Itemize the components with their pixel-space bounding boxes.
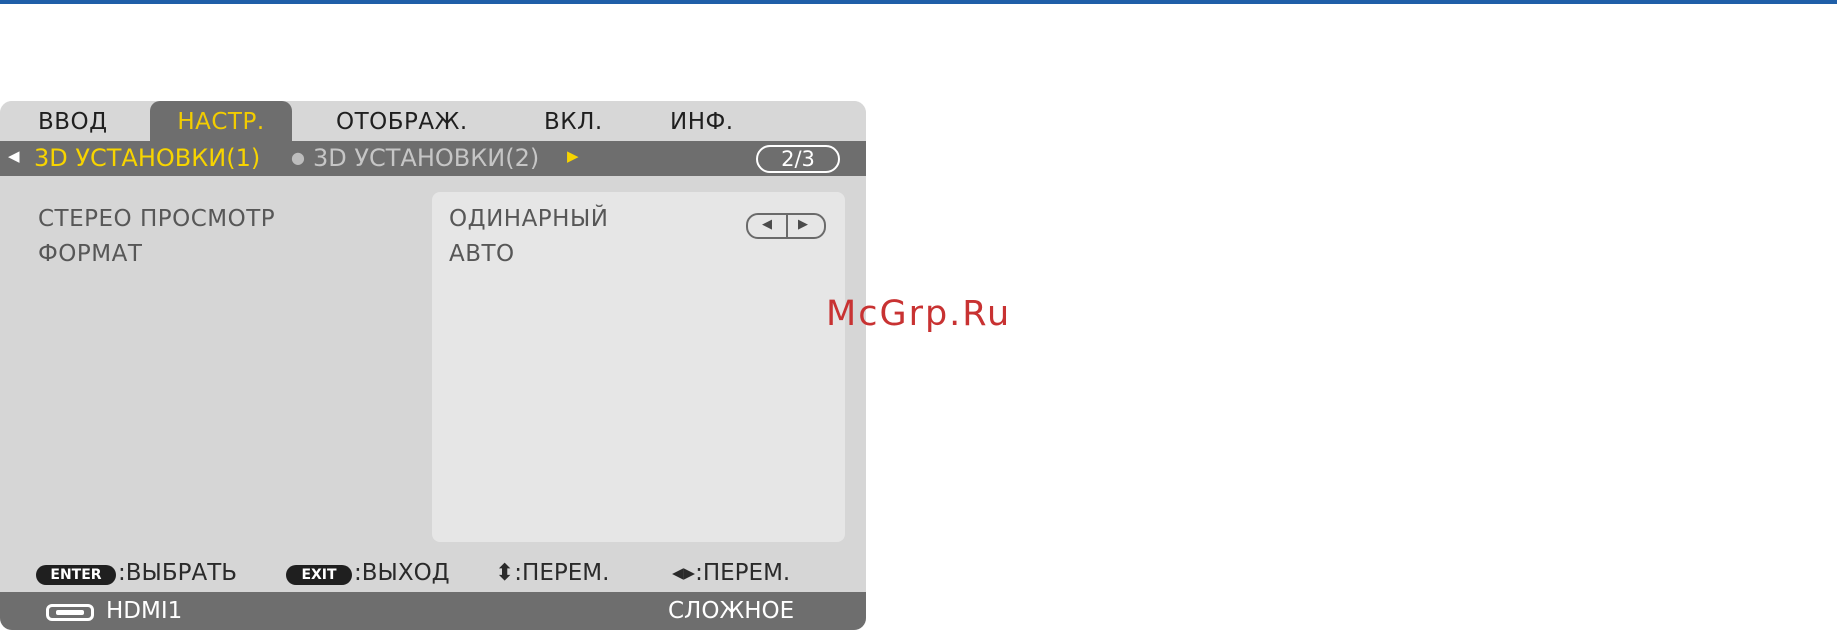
help-exit: :ВЫХОД [354,560,450,586]
format-value[interactable]: АВТО [449,241,515,267]
tab-input[interactable]: ВВОД [38,101,108,141]
input-source: HDMI1 [106,598,183,624]
tab-info[interactable]: ИНФ. [670,101,734,141]
subtab-separator-dot-icon: ● [291,148,305,167]
enter-key-badge: ENTER [36,565,116,585]
arrow-right-icon[interactable]: ▶ [567,147,579,165]
tab-setup[interactable]: НАСТР. [150,101,292,141]
menu-content: СТЕРЕО ПРОСМОТР ФОРМАТ ОДИНАРНЫЙ ◀ ▶ АВТ… [0,176,866,556]
top-accent-line [0,0,1837,4]
tab-power[interactable]: ВКЛ. [544,101,603,141]
main-tab-bar: ВВОД НАСТР. ОТОБРАЖ. ВКЛ. ИНФ. [0,101,866,141]
subtab-3d-setup-1[interactable]: 3D УСТАНОВКИ(1) [34,141,260,176]
page-indicator: 2/3 [756,145,840,173]
tab-display[interactable]: ОТОБРАЖ. [336,101,468,141]
value-panel: ОДИНАРНЫЙ ◀ ▶ АВТО [432,192,845,542]
watermark: McGrp.Ru [826,294,1012,334]
arrow-left-icon[interactable]: ◀ [8,147,20,165]
hdmi-icon [46,604,94,621]
stereo-view-selector[interactable]: ◀ ▶ [746,213,826,239]
stereo-view-label[interactable]: СТЕРЕО ПРОСМОТР [38,206,275,232]
help-bar: ENTER :ВЫБРАТЬ EXIT :ВЫХОД ⬍:ПЕРЕМ. ◂▸:П… [0,556,866,592]
format-label[interactable]: ФОРМАТ [38,241,142,267]
status-bar: HDMI1 СЛОЖНОЕ [0,592,866,630]
help-select: :ВЫБРАТЬ [118,560,238,586]
subtab-3d-setup-2[interactable]: 3D УСТАНОВКИ(2) [313,141,539,176]
selector-divider [786,215,788,237]
projector-osd-menu: ВВОД НАСТР. ОТОБРАЖ. ВКЛ. ИНФ. ◀ 3D УСТА… [0,101,866,630]
stereo-view-value[interactable]: ОДИНАРНЫЙ [449,206,608,232]
selector-left-icon[interactable]: ◀ [762,217,772,232]
selector-right-icon[interactable]: ▶ [798,217,808,232]
menu-mode: СЛОЖНОЕ [668,598,795,624]
exit-key-badge: EXIT [286,565,352,585]
sub-tab-bar: ◀ 3D УСТАНОВКИ(1) ● 3D УСТАНОВКИ(2) ▶ 2/… [0,141,866,176]
help-move-updown: ⬍:ПЕРЕМ. [495,560,610,586]
help-move-leftright: ◂▸:ПЕРЕМ. [672,560,791,586]
